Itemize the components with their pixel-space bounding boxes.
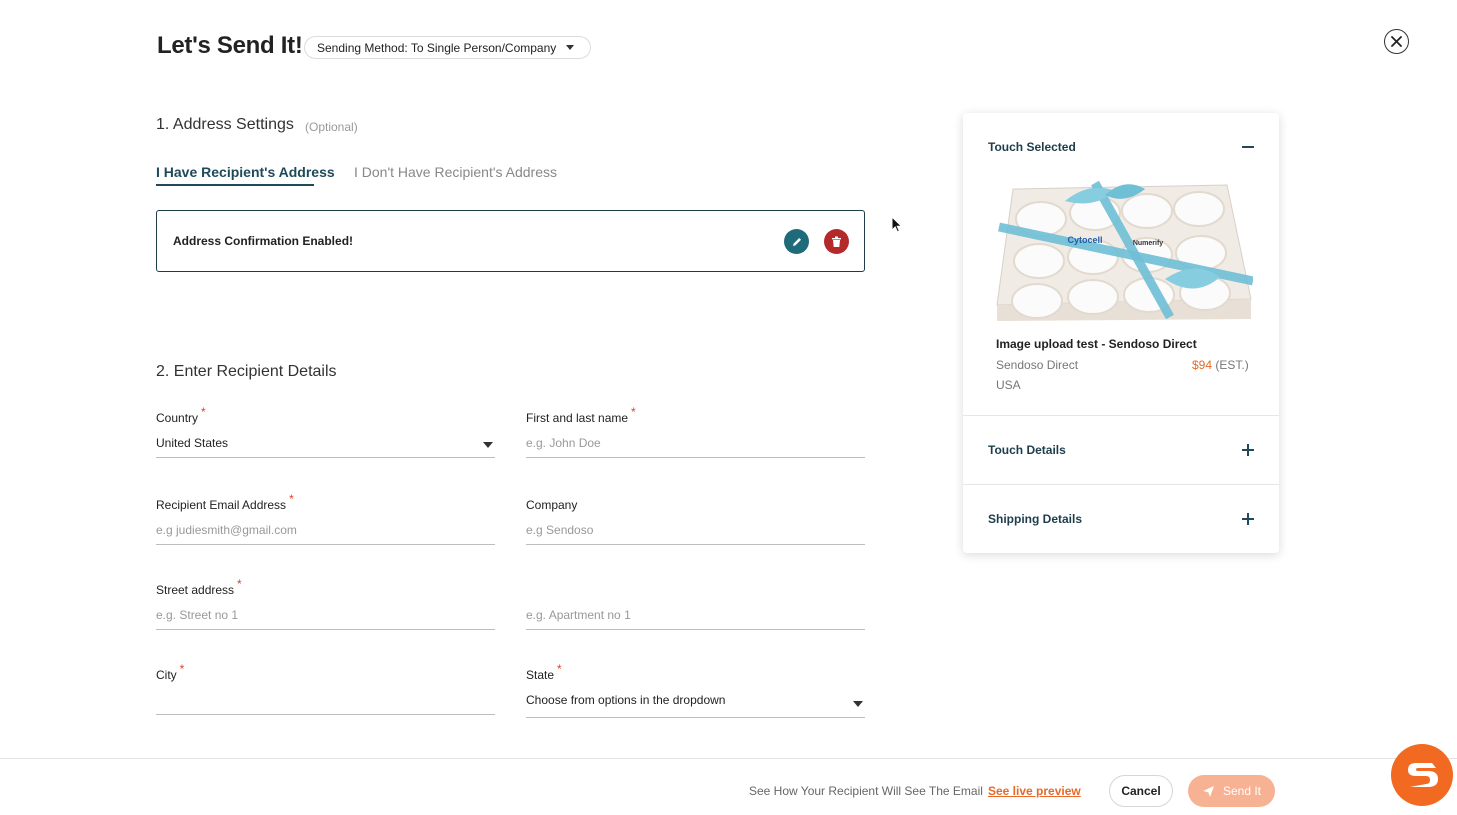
product-image: Cytocell Numerify — [996, 180, 1253, 321]
name-placeholder: e.g. John Doe — [526, 436, 601, 450]
cancel-button[interactable]: Cancel — [1109, 775, 1173, 807]
collapse-icon[interactable] — [1242, 146, 1254, 148]
chevron-down-icon — [853, 701, 863, 707]
field-underline — [526, 544, 865, 545]
page-title: Let's Send It! — [157, 32, 303, 59]
street-placeholder: e.g. Street no 1 — [156, 608, 239, 622]
close-button[interactable] — [1384, 29, 1409, 54]
price-value: $94 — [1192, 358, 1213, 372]
chevron-down-icon — [566, 45, 574, 50]
apartment-field[interactable]: e.g. Apartment no 1 — [526, 583, 865, 633]
cookie-label-numerify: Numerify — [1133, 240, 1163, 247]
country-label: Country — [156, 411, 199, 425]
cookie-label-cytocell: Cytocell — [1067, 235, 1102, 245]
country-field[interactable]: Country * United States — [156, 405, 495, 461]
send-it-button[interactable]: Send It — [1188, 775, 1275, 807]
send-icon — [1202, 785, 1214, 797]
touch-selected-title: Touch Selected — [988, 140, 1076, 154]
touch-details-label[interactable]: Touch Details — [988, 443, 1066, 457]
street-field[interactable]: Street address * e.g. Street no 1 — [156, 577, 495, 633]
address-settings-heading: 1. Address Settings — [156, 116, 294, 133]
field-underline — [156, 457, 495, 458]
state-field[interactable]: State * Choose from options in the dropdo… — [526, 662, 865, 718]
sendoso-logo[interactable] — [1391, 744, 1453, 806]
city-label: City — [156, 668, 177, 682]
expand-shipping-details-icon[interactable] — [1242, 513, 1254, 525]
name-field[interactable]: First and last name * e.g. John Doe — [526, 405, 865, 461]
company-placeholder: e.g Sendoso — [526, 523, 594, 537]
pencil-icon — [792, 237, 801, 246]
required-marker: * — [631, 405, 636, 419]
expand-touch-details-icon[interactable] — [1242, 444, 1254, 456]
active-tab-indicator — [156, 184, 314, 186]
sending-method-dropdown[interactable]: Sending Method: To Single Person/Company — [304, 36, 591, 59]
tab-dont-have-address[interactable]: I Don't Have Recipient's Address — [354, 164, 557, 180]
company-field[interactable]: Company e.g Sendoso — [526, 498, 865, 548]
divider — [963, 415, 1279, 416]
edit-button[interactable] — [784, 229, 809, 254]
cookie — [1013, 243, 1065, 279]
touch-selected-panel: Touch Selected Cytocell Numerify Image u… — [963, 113, 1279, 553]
country-value: United States — [156, 436, 229, 450]
cookie — [1173, 191, 1225, 227]
delete-button[interactable] — [824, 229, 849, 254]
apartment-placeholder: e.g. Apartment no 1 — [526, 608, 631, 622]
send-it-label: Send It — [1222, 784, 1262, 798]
required-marker: * — [237, 577, 242, 591]
required-marker: * — [557, 662, 562, 676]
product-price: $94 (EST.) — [1192, 358, 1249, 372]
live-preview-link[interactable]: See live preview — [988, 784, 1081, 798]
product-vendor: Sendoso Direct — [996, 358, 1079, 372]
name-label: First and last name — [526, 411, 629, 425]
address-confirmation-card: Address Confirmation Enabled! — [156, 210, 865, 272]
sendoso-s-icon — [1408, 763, 1438, 787]
field-underline — [526, 629, 865, 630]
trash-icon — [832, 236, 841, 247]
cookie — [1121, 193, 1173, 229]
field-underline — [156, 629, 495, 630]
address-confirmation-label: Address Confirmation Enabled! — [173, 234, 354, 248]
email-placeholder: e.g judiesmith@gmail.com — [156, 523, 297, 537]
recipient-details-heading: 2. Enter Recipient Details — [156, 363, 337, 380]
state-label: State — [526, 668, 555, 682]
field-underline — [526, 717, 865, 718]
mouse-cursor-icon — [891, 216, 903, 233]
chevron-down-icon — [483, 442, 493, 448]
divider — [963, 484, 1279, 485]
shipping-details-label[interactable]: Shipping Details — [988, 512, 1082, 526]
required-marker: * — [289, 492, 294, 506]
close-icon — [1391, 36, 1402, 47]
state-value: Choose from options in the dropdown — [526, 693, 726, 707]
cookie — [1011, 283, 1063, 319]
city-field[interactable]: City * — [156, 662, 495, 718]
field-underline — [156, 544, 495, 545]
footer-bar: See How Your Recipient Will See The Emai… — [0, 758, 1457, 815]
cookie — [1067, 279, 1119, 315]
sending-method-label: Sending Method: To Single Person/Company — [317, 40, 557, 55]
product-name: Image upload test - Sendoso Direct — [996, 337, 1197, 351]
field-underline — [526, 457, 865, 458]
optional-label: (Optional) — [305, 120, 358, 134]
email-field[interactable]: Recipient Email Address * e.g judiesmith@… — [156, 492, 495, 548]
product-country: USA — [996, 378, 1021, 392]
email-label: Recipient Email Address — [156, 498, 287, 512]
price-note: (EST.) — [1215, 358, 1249, 372]
preview-hint: See How Your Recipient Will See The Emai… — [749, 784, 983, 798]
tab-have-address[interactable]: I Have Recipient's Address — [156, 164, 335, 180]
street-label: Street address — [156, 583, 235, 597]
required-marker: * — [179, 662, 185, 676]
field-underline — [156, 714, 495, 715]
required-marker: * — [201, 405, 206, 419]
company-label: Company — [526, 498, 578, 512]
